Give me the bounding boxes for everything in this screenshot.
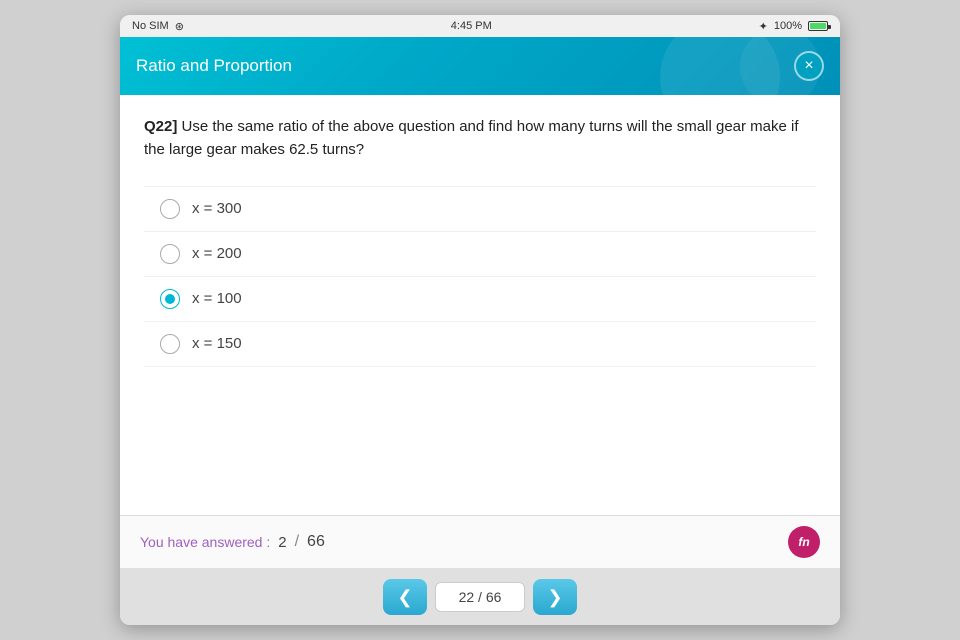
option-d-label: x = 150 [192,335,242,352]
option-b[interactable]: x = 200 [144,232,816,277]
close-button[interactable]: × [794,51,824,81]
answered-slash: / [295,533,299,551]
radio-c [160,289,180,309]
battery-label: 100% [774,20,802,32]
answered-info: You have answered : 2 / 66 [140,533,325,551]
option-b-label: x = 200 [192,245,242,262]
radio-a [160,199,180,219]
header-title: Ratio and Proportion [136,56,292,76]
content-area: Q22] Use the same ratio of the above que… [120,95,840,515]
carrier-label: No SIM [132,20,169,32]
radio-c-inner [165,294,175,304]
question-number: Q22] [144,118,177,135]
footer-area: You have answered : 2 / 66 fn ❮ 22 / 66 … [120,515,840,625]
option-c-label: x = 100 [192,290,242,307]
radio-b [160,244,180,264]
status-right: ✦ 100% [759,20,828,33]
prev-button[interactable]: ❮ [383,579,427,615]
question-body: Use the same ratio of the above question… [144,118,799,158]
app-header: Ratio and Proportion × [120,37,840,95]
navigation-bar: ❮ 22 / 66 ❯ [120,569,840,625]
status-left: No SIM ⊛ [132,20,184,33]
option-a[interactable]: x = 300 [144,186,816,232]
battery-icon [808,21,828,31]
status-time: 4:45 PM [451,20,492,32]
answered-label: You have answered : [140,534,270,550]
options-list: x = 300 x = 200 x = 100 x = 150 [144,186,816,367]
radio-d [160,334,180,354]
answered-total: 66 [307,533,325,551]
question-text: Q22] Use the same ratio of the above que… [144,115,816,162]
brand-icon: fn [788,526,820,558]
option-a-label: x = 300 [192,200,242,217]
option-c[interactable]: x = 100 [144,277,816,322]
page-display: 22 / 66 [435,582,525,612]
status-bar: No SIM ⊛ 4:45 PM ✦ 100% [120,15,840,37]
bluetooth-icon: ✦ [759,20,768,33]
answered-count: 2 [278,534,286,551]
answered-bar: You have answered : 2 / 66 fn [120,516,840,569]
next-button[interactable]: ❯ [533,579,577,615]
device-frame: No SIM ⊛ 4:45 PM ✦ 100% Ratio and Propor… [120,15,840,625]
wifi-icon: ⊛ [175,20,184,33]
option-d[interactable]: x = 150 [144,322,816,367]
